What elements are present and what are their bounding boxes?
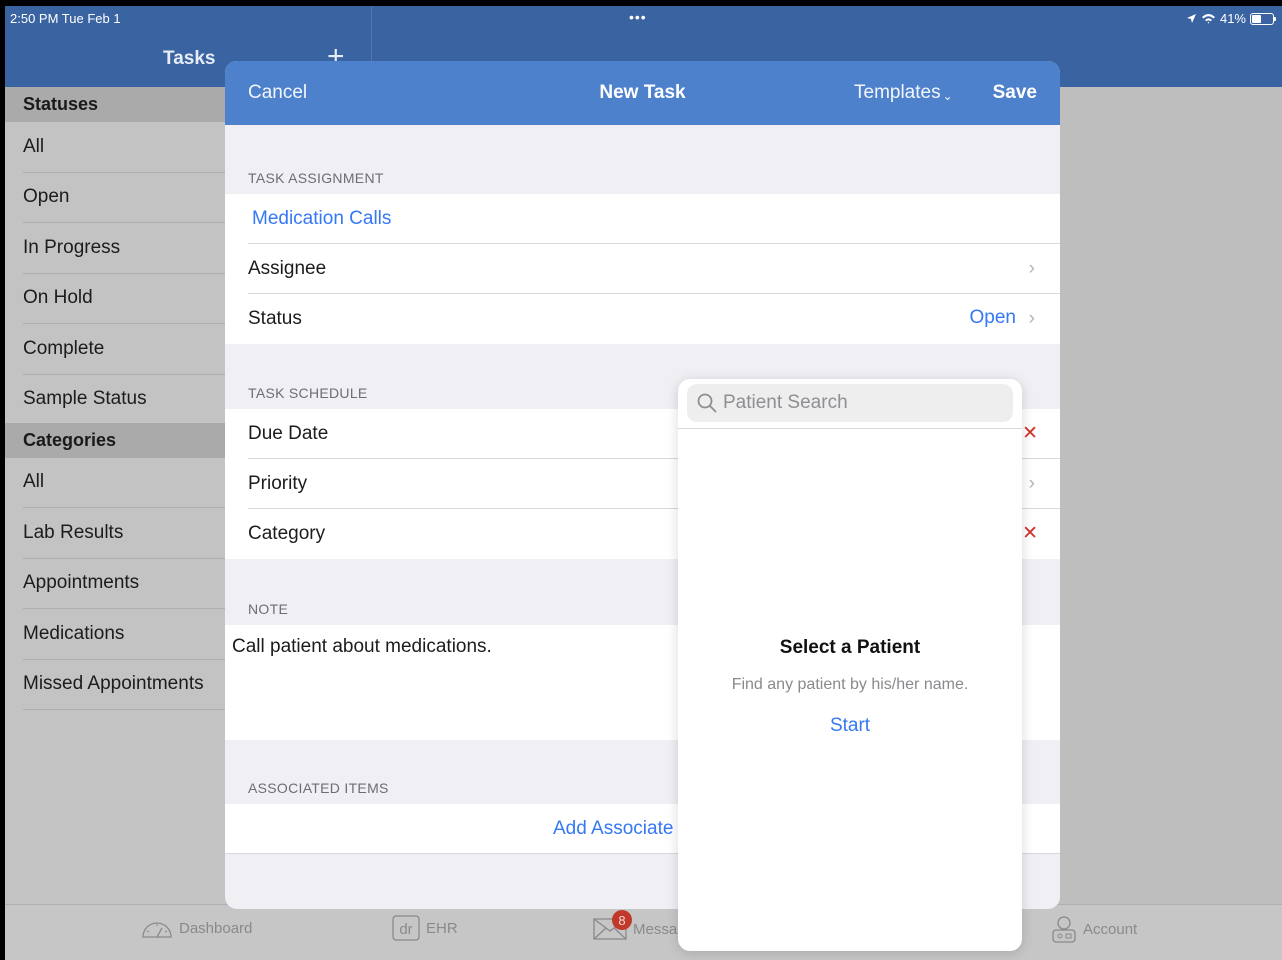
status-row[interactable]: Status Open › (225, 294, 1060, 344)
wifi-icon (1201, 14, 1215, 24)
search-bar (678, 379, 1022, 429)
task-schedule-header: TASK SCHEDULE (248, 385, 368, 401)
status-value: Open (969, 307, 1016, 328)
location-arrow-icon (1186, 14, 1196, 23)
add-associated-button[interactable]: Add Associate (553, 818, 673, 840)
search-field[interactable] (687, 384, 1013, 422)
tab-messages-label: Messa (633, 920, 678, 938)
account-icon (1052, 916, 1076, 943)
assignee-row[interactable]: Assignee › (225, 244, 1060, 294)
tab-ehr[interactable]: dr EHR (392, 915, 458, 941)
search-icon (697, 393, 717, 413)
save-button[interactable]: Save (993, 82, 1037, 104)
note-text: Call patient about medications. (232, 636, 492, 657)
patient-search-input[interactable] (723, 392, 1003, 414)
tab-dashboard-label: Dashboard (179, 919, 253, 937)
empty-state-title: Select a Patient (779, 637, 921, 658)
popover-arrow (1020, 813, 1034, 841)
template-name-link[interactable]: Medication Calls (248, 208, 391, 230)
chevron-right-icon: › (1028, 258, 1035, 279)
associated-items-header: ASSOCIATED ITEMS (248, 780, 389, 796)
category-label: Category (248, 523, 326, 544)
templates-label: Templates (854, 82, 941, 103)
chevron-down-icon: ⌄ (942, 89, 953, 103)
ipad-screen: 2:50 PM Tue Feb 1 ••• 41% Tasks + Status… (5, 6, 1282, 960)
ehr-icon: dr (392, 915, 420, 941)
clear-due-date-icon[interactable]: ✕ (1022, 422, 1038, 445)
messages-badge: 8 (612, 910, 632, 930)
note-header: NOTE (248, 601, 289, 617)
tab-account-label: Account (1083, 920, 1138, 938)
empty-state-subtitle: Find any patient by his/her name. (731, 676, 969, 693)
assignee-label: Assignee (248, 257, 327, 279)
status-time: 2:50 PM Tue Feb 1 (10, 11, 121, 26)
modal-navbar: New Task Cancel Templates ⌄ Save (225, 61, 1060, 125)
status-bar: 2:50 PM Tue Feb 1 ••• 41% (5, 6, 1282, 30)
chevron-right-icon: › (1028, 308, 1035, 329)
start-button[interactable]: Start (678, 715, 1022, 737)
cancel-button[interactable]: Cancel (248, 82, 307, 104)
tab-dashboard[interactable]: Dashboard (141, 917, 252, 939)
clear-category-icon[interactable]: ✕ (1022, 522, 1038, 545)
battery-percent: 41% (1219, 11, 1246, 26)
priority-label: Priority (248, 472, 308, 494)
svg-text:dr: dr (399, 921, 412, 938)
templates-button[interactable]: Templates ⌄ (854, 82, 953, 104)
tab-bar: Dashboard dr EHR Messa Account (5, 904, 1282, 960)
battery-icon (1250, 12, 1276, 25)
due-date-label: Due Date (248, 422, 329, 444)
template-row[interactable]: Medication Calls (225, 194, 1060, 244)
tasks-title: Tasks (163, 48, 216, 69)
status-label: Status (248, 308, 302, 329)
tab-messages[interactable]: Messa (593, 917, 677, 941)
patient-search-popover: Select a Patient Find any patient by his… (678, 379, 1022, 951)
chevron-right-icon: › (1028, 473, 1035, 494)
multitasking-dots[interactable]: ••• (629, 9, 647, 25)
tab-account[interactable]: Account (1051, 915, 1137, 943)
tab-ehr-label: EHR (426, 919, 458, 937)
status-indicators: 41% (1186, 11, 1276, 26)
task-assignment-header: TASK ASSIGNMENT (248, 170, 384, 186)
speedometer-icon (142, 922, 172, 938)
